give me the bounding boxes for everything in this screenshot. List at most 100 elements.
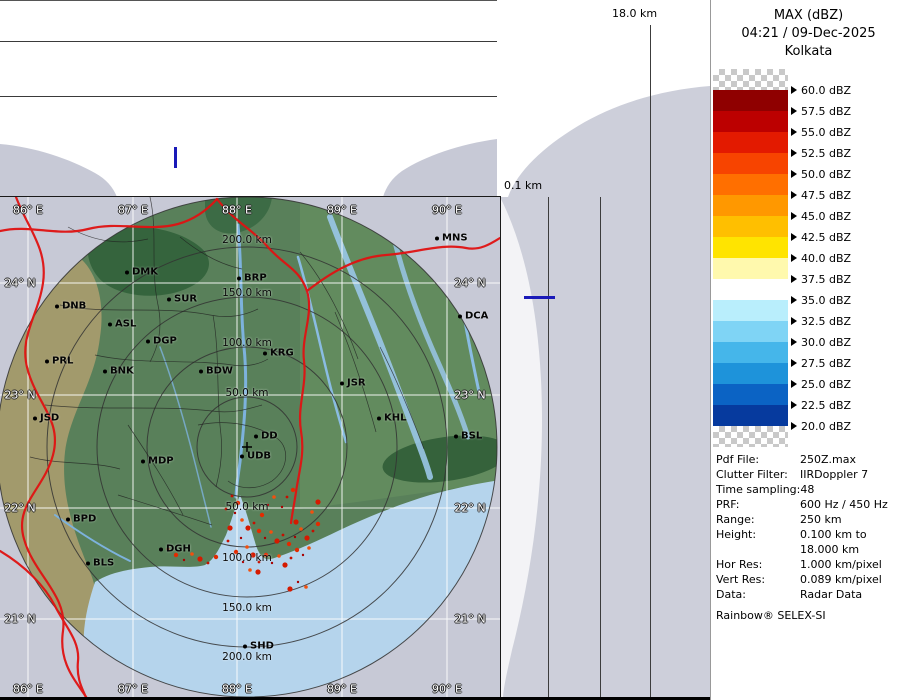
legend-label: 35.0 dBZ [791,292,851,308]
height-axis-min-label: 0.1 km [504,179,542,192]
radar-echo [240,518,244,522]
radar-echo [287,542,291,546]
radar-echo [291,488,295,492]
legend-tick-arrow-icon [791,233,797,241]
height-axis-max-label: 18.0 km [612,7,657,20]
radar-echo [260,513,264,517]
radar-echo [240,537,242,539]
radar-echo [190,552,194,556]
radar-echo [316,522,320,526]
radar-echo [227,540,230,543]
radar-echo [248,568,252,572]
radar-echo [227,525,232,530]
legend-label: 55.0 dBZ [791,124,851,140]
radar-echo [253,522,256,525]
legend-tick-arrow-icon [791,212,797,220]
radar-echo [183,559,185,561]
radar-echo [207,562,210,565]
software-credit: Rainbow® SELEX-SI [716,609,826,622]
radar-echo [167,548,170,551]
radar-echo [274,538,279,543]
radar-echo [315,499,320,504]
legend-label: 50.0 dBZ [791,166,851,182]
radar-echo [281,506,283,508]
info-row: PRF:600 Hz / 450 Hz [716,497,904,512]
legend-tick-arrow-icon [791,86,797,94]
radar-echo [236,501,240,505]
radar-display: 18.0 km 0.1 km [0,0,906,700]
radar-echo [258,561,261,564]
info-row: Pdf File:250Z.max [716,452,904,467]
legend-tick-arrow-icon [791,275,797,283]
radar-echo [174,553,178,557]
height-gridline [0,41,497,42]
radar-echo [271,562,273,564]
radar-echo [293,519,298,524]
radar-echo [304,585,308,589]
legend-tick-arrow-icon [791,422,797,430]
info-row: Range:250 km [716,512,904,527]
radar-echo [312,530,315,533]
top-height-cross-section-panel [0,0,497,197]
radar-echo [255,569,260,574]
radar-echo [307,546,311,550]
radar-echo [295,548,299,552]
radar-echo [286,496,289,499]
legend-label: 27.5 dBZ [791,355,851,371]
radar-echo [282,562,287,567]
height-gridline [0,96,497,97]
radar-map: 86° E86° E87° E87° E88° E88° E89° E89° E… [0,197,500,700]
height-gridline [600,197,601,697]
radar-echo [264,537,266,539]
legend-label: 47.5 dBZ [791,187,851,203]
map-canvas [0,197,500,700]
legend-label: 40.0 dBZ [791,250,851,266]
top-panel-out-of-range-shading [0,1,497,197]
info-row: Time sampling:48 [716,482,904,497]
radar-echo [282,534,285,537]
radar-echo [297,581,299,583]
radar-echo [267,504,269,506]
radar-echo [302,554,304,556]
info-row: Data:Radar Data [716,587,904,602]
info-row: Clutter Filter:IIRDoppler 7 [716,467,904,482]
radar-echo [234,512,236,514]
radar-echo [257,529,261,533]
side-height-cross-section-panel: 18.0 km 0.1 km [500,0,710,700]
radar-echo [214,555,218,559]
legend-label: 45.0 dBZ [791,208,851,224]
legend-label: 52.5 dBZ [791,145,851,161]
legend-label: 57.5 dBZ [791,103,851,119]
side-panel-shading [500,0,710,700]
radar-echo [242,561,244,563]
legend-tick-arrow-icon [791,107,797,115]
radar-echo [197,556,202,561]
height-gridline [650,25,651,697]
legend-label: 25.0 dBZ [791,376,851,392]
legend-tick-arrow-icon [791,380,797,388]
legend-tick-arrow-icon [791,191,797,199]
radar-echo [290,557,293,560]
cross-section-marker [174,147,177,168]
radar-echo [272,495,276,499]
legend-label: 37.5 dBZ [791,271,851,287]
legend-tick-arrow-icon [791,401,797,409]
legend-label: 20.0 dBZ [791,418,851,434]
radar-echo [234,550,238,554]
cross-section-marker [524,296,555,299]
radar-echo [299,527,303,531]
legend-tick-arrow-icon [791,296,797,304]
legend-label: 30.0 dBZ [791,334,851,350]
product-info: Pdf File:250Z.maxClutter Filter:IIRDoppl… [716,452,904,602]
radar-echo [231,495,234,498]
legend-tick-arrow-icon [791,149,797,157]
legend-label: 32.5 dBZ [791,313,851,329]
radar-echo [310,510,314,514]
legend-tick-arrow-icon [791,170,797,178]
radar-echo [245,545,249,549]
height-gridline [548,197,549,697]
radar-echo [304,535,309,540]
legend-tick-arrow-icon [791,254,797,262]
legend-tick-arrow-icon [791,359,797,367]
radar-echo [250,552,255,557]
